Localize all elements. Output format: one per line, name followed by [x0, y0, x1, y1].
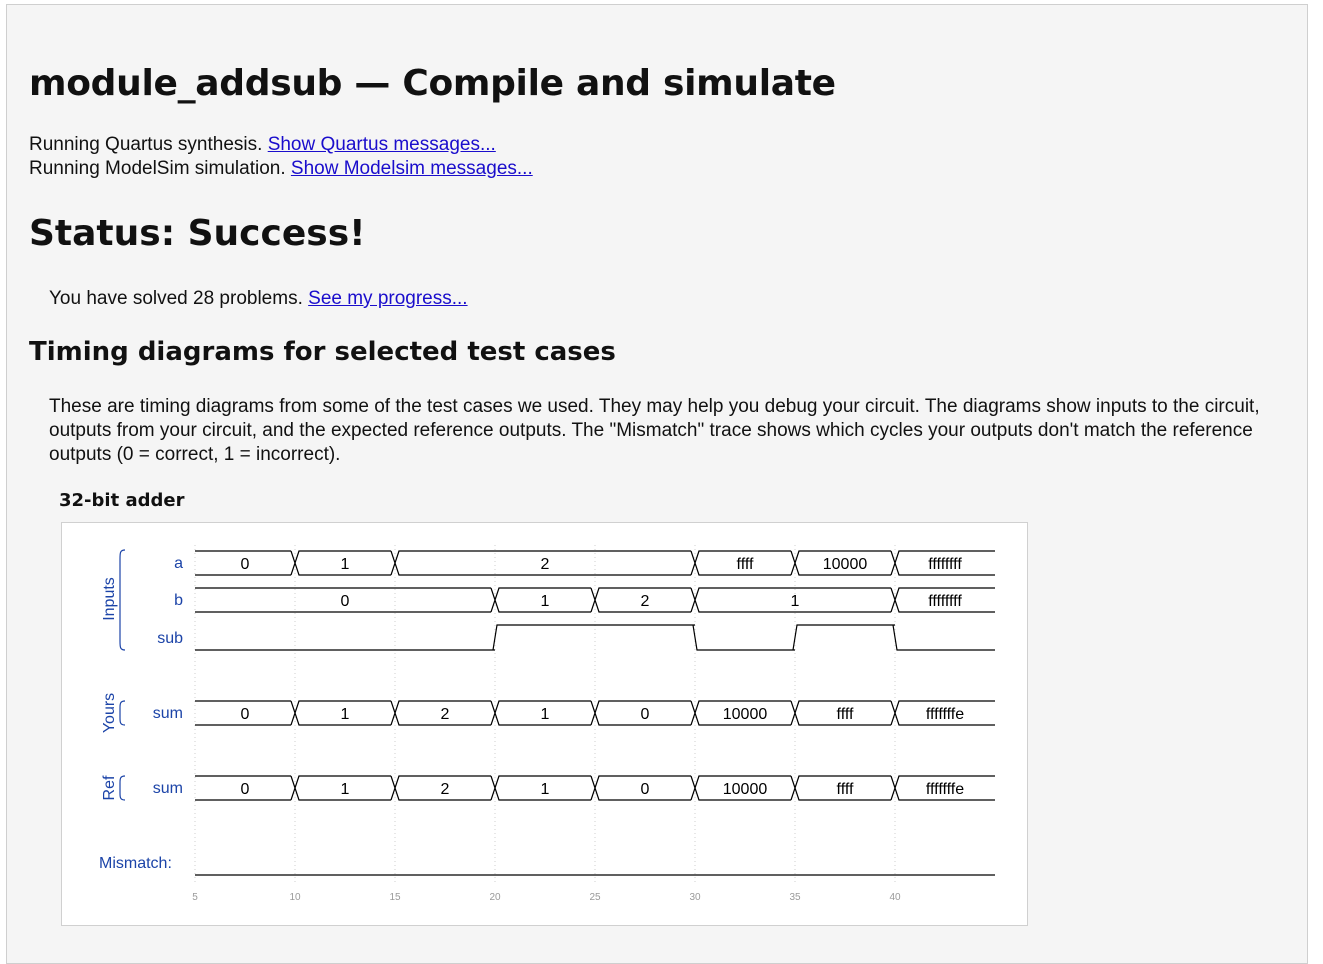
ref-brace: [119, 775, 126, 801]
signal-ref-sum-value-label: 1: [541, 781, 550, 798]
page-title: module_addsub — Compile and simulate: [29, 63, 836, 104]
signal-yours-sum-value-label: ffff: [837, 706, 854, 723]
signal-yours-sum-value-label: 1: [541, 706, 550, 723]
signal-yours-sum-value-label: 2: [441, 706, 450, 723]
signal-ref-sum-value-label: 0: [241, 781, 250, 798]
signal-a-value-label: 1: [341, 556, 350, 573]
signal-a-value-label: ffffffff: [928, 556, 962, 573]
group-label-ref: Ref: [101, 775, 118, 800]
time-tick-label: 15: [389, 892, 401, 903]
signal-yours-sum-value-label: fffffffe: [926, 706, 964, 723]
signal-a-value-label: 10000: [823, 556, 868, 573]
signal-ref-sum-value-label: fffffffe: [926, 781, 964, 798]
signal-a-value-label: 2: [541, 556, 550, 573]
group-label-inputs: Inputs: [101, 577, 118, 621]
signal-ref-sum-value-label: 10000: [723, 781, 768, 798]
solved-text: You have solved 28 problems.: [49, 288, 303, 309]
modelsim-line: Running ModelSim simulation. Show Models…: [29, 157, 533, 181]
see-my-progress-link[interactable]: See my progress...: [308, 288, 467, 309]
signal-b-value-label: 1: [541, 593, 550, 610]
signal-b-value-label: 1: [791, 593, 800, 610]
group-label-yours: Yours: [101, 693, 118, 733]
timing-diagram: Inputs Yours Ref a b sub sum sum Mismatc…: [61, 522, 1028, 926]
signal-ref-sum-value-label: ffff: [837, 781, 854, 798]
timing-heading: Timing diagrams for selected test cases: [29, 337, 616, 367]
signal-a-value-label: 0: [241, 556, 250, 573]
time-tick-label: 35: [789, 892, 801, 903]
signal-label-b: b: [174, 592, 183, 609]
quartus-line: Running Quartus synthesis. Show Quartus …: [29, 133, 496, 157]
signal-b-value-label: 0: [341, 593, 350, 610]
time-tick-label: 25: [589, 892, 601, 903]
signal-label-yours-sum: sum: [153, 705, 183, 722]
solved-line: You have solved 28 problems. See my prog…: [49, 287, 468, 311]
timing-diagram-svg: Inputs Yours Ref a b sub sum sum Mismatc…: [99, 545, 995, 903]
time-tick-label: 30: [689, 892, 701, 903]
timing-description: These are timing diagrams from some of t…: [49, 396, 1260, 465]
time-tick-label: 20: [489, 892, 501, 903]
inputs-brace: [119, 549, 126, 651]
quartus-text: Running Quartus synthesis.: [29, 134, 263, 155]
status-heading: Status: Success!: [29, 213, 366, 254]
signal-label-sub: sub: [157, 630, 183, 647]
yours-brace: [119, 700, 126, 726]
modelsim-text: Running ModelSim simulation.: [29, 158, 286, 179]
signal-label-ref-sum: sum: [153, 780, 183, 797]
diagram-title: 32-bit adder: [59, 490, 185, 511]
signal-yours-sum-value-label: 10000: [723, 706, 768, 723]
show-modelsim-messages-link[interactable]: Show Modelsim messages...: [291, 158, 533, 179]
signal-b-value-label: ffffffff: [928, 593, 962, 610]
signal-yours-sum-value-label: 0: [241, 706, 250, 723]
time-tick-label: 40: [889, 892, 901, 903]
signal-a-value-label: ffff: [737, 556, 754, 573]
show-quartus-messages-link[interactable]: Show Quartus messages...: [268, 134, 496, 155]
time-tick-label: 10: [289, 892, 301, 903]
signal-label-a: a: [174, 555, 183, 572]
signal-ref-sum-value-label: 1: [341, 781, 350, 798]
signal-ref-sum-value-label: 0: [641, 781, 650, 798]
page-frame: module_addsub — Compile and simulate Run…: [6, 4, 1308, 964]
mismatch-label: Mismatch:: [99, 855, 172, 872]
time-tick-label: 5: [192, 892, 198, 903]
signal-b-value-label: 2: [641, 593, 650, 610]
signal-yours-sum-value-label: 0: [641, 706, 650, 723]
signal-ref-sum-value-label: 2: [441, 781, 450, 798]
signal-yours-sum-value-label: 1: [341, 706, 350, 723]
